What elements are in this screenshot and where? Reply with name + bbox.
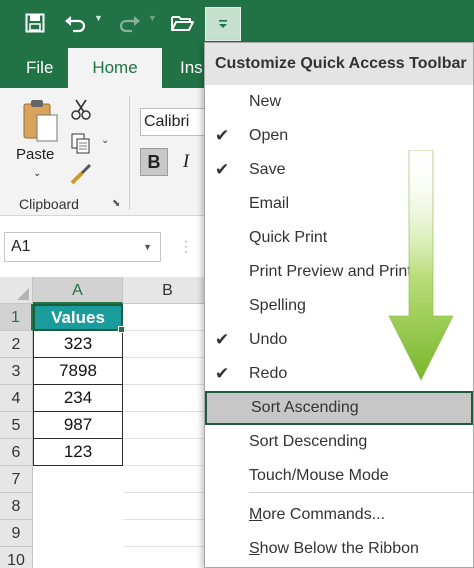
menu-item-label: Undo <box>249 331 288 348</box>
clipboard-group-label: Clipboard <box>19 196 79 212</box>
fill-handle[interactable] <box>118 326 125 333</box>
menu-item-new[interactable]: New <box>205 85 473 119</box>
gridline <box>123 519 213 520</box>
tab-insert[interactable]: Ins <box>180 48 203 88</box>
copy-dropdown-icon[interactable]: ⌄ <box>101 135 109 146</box>
checkmark-icon: ✔ <box>215 160 230 179</box>
tab-home[interactable]: Home <box>68 48 162 88</box>
menu-item-show-below-ribbon[interactable]: Show Below the Ribbon <box>205 532 473 566</box>
accelerator-key: S <box>249 540 260 557</box>
group-divider <box>129 96 130 210</box>
row-header[interactable]: 7 <box>0 466 33 493</box>
row-header[interactable]: 8 <box>0 493 33 520</box>
gridline <box>123 330 213 331</box>
select-all-button[interactable] <box>0 277 33 304</box>
menu-item-label: Email <box>249 195 290 212</box>
name-box-dropdown-icon[interactable]: ▼ <box>143 233 152 261</box>
row-header[interactable]: 1 <box>0 304 33 331</box>
format-painter-icon[interactable] <box>68 163 94 190</box>
cell[interactable]: 123 <box>33 439 123 466</box>
menu-item-label: Sort Descending <box>249 433 368 450</box>
menu-item-label: Redo <box>249 365 288 382</box>
dialog-launcher-icon[interactable]: ⬊ <box>112 198 120 209</box>
menu-item-label: ore Commands... <box>262 506 386 523</box>
title-bar: ▼ ▼ <box>0 0 474 48</box>
customize-qat-button[interactable] <box>205 7 241 41</box>
gridline <box>123 492 213 493</box>
menu-item-label: Open <box>249 127 289 144</box>
accelerator-key: M <box>249 506 263 523</box>
cell[interactable]: 987 <box>33 412 123 439</box>
cell[interactable]: 323 <box>33 331 123 358</box>
open-folder-icon[interactable] <box>168 10 196 36</box>
row-header[interactable]: 9 <box>0 520 33 547</box>
menu-title: Customize Quick Access Toolbar <box>205 43 473 85</box>
redo-icon[interactable] <box>115 10 143 36</box>
paste-dropdown-icon[interactable]: ⌄ <box>33 168 41 179</box>
paste-button-label[interactable]: Paste <box>16 146 54 163</box>
undo-icon[interactable] <box>62 10 90 36</box>
menu-item-label: Touch/Mouse Mode <box>249 467 389 484</box>
menu-item-open[interactable]: ✔ Open <box>205 119 473 153</box>
menu-item-label: how Below the Ribbon <box>259 540 419 557</box>
cell-a1-header[interactable]: Values <box>33 304 123 331</box>
menu-separator <box>249 492 473 493</box>
cut-icon[interactable] <box>70 98 92 125</box>
cell[interactable]: 7898 <box>33 358 123 385</box>
name-box-value: A1 <box>11 238 31 255</box>
checkmark-icon: ✔ <box>215 126 230 145</box>
row-header[interactable]: 6 <box>0 439 33 466</box>
name-box[interactable]: A1 ▼ <box>4 232 161 262</box>
paste-icon[interactable] <box>20 98 62 149</box>
menu-item-label: New <box>249 93 282 110</box>
tab-file[interactable]: File <box>26 48 53 88</box>
menu-item-sort-descending[interactable]: Sort Descending <box>205 425 473 459</box>
redo-dropdown-icon[interactable]: ▼ <box>148 13 157 23</box>
menu-item-more-commands[interactable]: More Commands... <box>205 498 473 532</box>
save-icon[interactable] <box>22 10 48 36</box>
gridline <box>123 411 213 412</box>
bold-button[interactable]: B <box>140 148 168 176</box>
copy-icon[interactable] <box>70 132 92 159</box>
row-header[interactable]: 10 <box>0 547 33 568</box>
customize-qat-icon <box>219 20 227 28</box>
gridline <box>123 357 213 358</box>
row-header[interactable]: 3 <box>0 358 33 385</box>
gridline <box>123 546 213 547</box>
drag-handle-icon[interactable]: ⋮ <box>179 238 193 255</box>
undo-dropdown-icon[interactable]: ▼ <box>94 13 103 23</box>
menu-item-touch-mouse-mode[interactable]: Touch/Mouse Mode <box>205 459 473 493</box>
row-header[interactable]: 4 <box>0 385 33 412</box>
column-header-a[interactable]: A <box>33 277 123 304</box>
cell[interactable]: 234 <box>33 385 123 412</box>
checkmark-icon: ✔ <box>215 364 230 383</box>
column-header-b[interactable]: B <box>123 277 213 304</box>
menu-item-label: Quick Print <box>249 229 328 246</box>
menu-item-label: Save <box>249 161 286 178</box>
menu-item-label: Sort Ascending <box>251 399 359 416</box>
menu-item-label: Spelling <box>249 297 306 314</box>
down-arrow-icon <box>385 149 457 387</box>
gridline <box>123 465 213 466</box>
checkmark-icon: ✔ <box>215 330 230 349</box>
row-header[interactable]: 2 <box>0 331 33 358</box>
menu-item-sort-ascending[interactable]: Sort Ascending <box>205 391 473 425</box>
gridline <box>123 438 213 439</box>
gridline <box>123 384 213 385</box>
italic-button[interactable]: I <box>176 148 196 176</box>
row-header[interactable]: 5 <box>0 412 33 439</box>
